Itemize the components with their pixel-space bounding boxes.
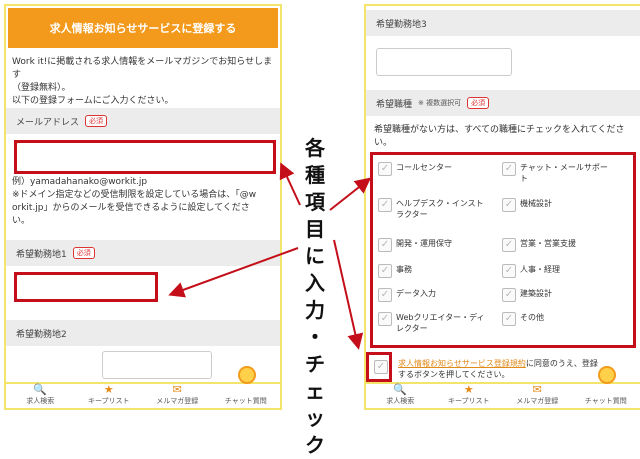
arrow-to-area1 bbox=[168, 247, 299, 298]
annotation-arrows bbox=[168, 162, 372, 350]
arrow-to-terms bbox=[333, 239, 364, 350]
arrow-to-jobs bbox=[329, 177, 372, 211]
arrow-to-email bbox=[279, 162, 301, 206]
